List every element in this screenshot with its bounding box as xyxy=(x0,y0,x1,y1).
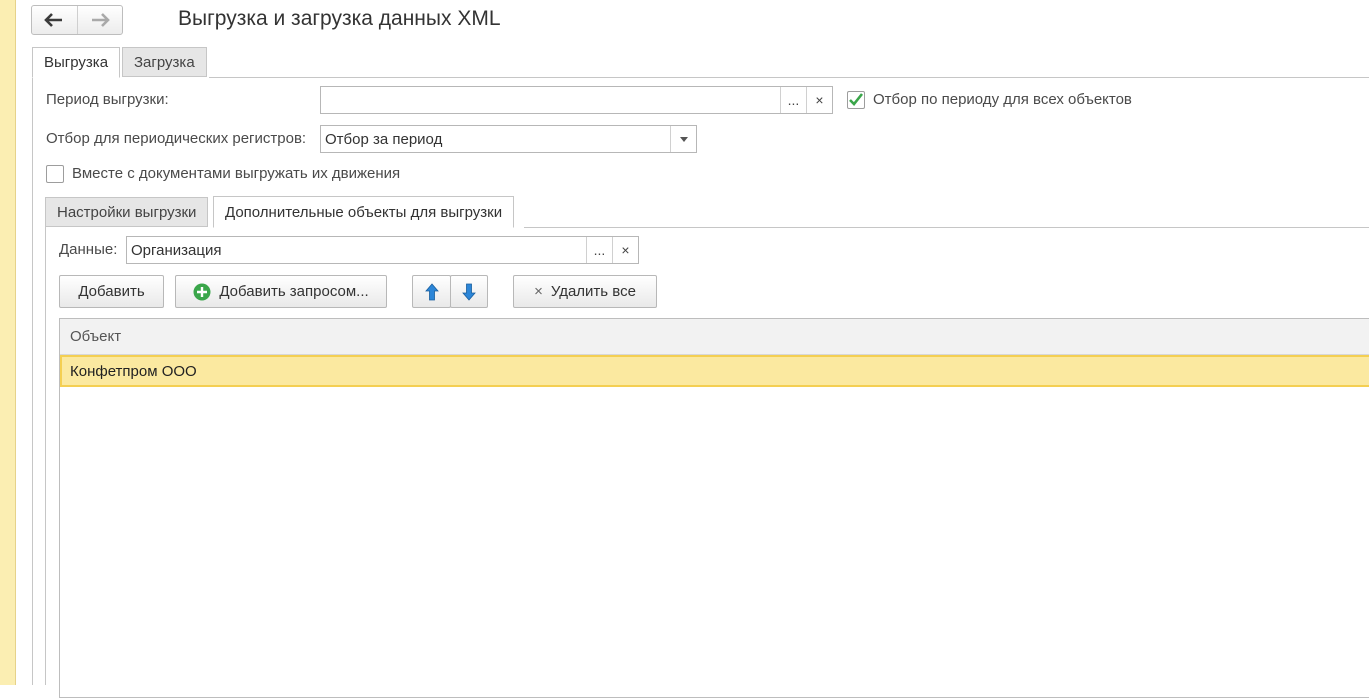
tab-additional-objects[interactable]: Дополнительные объекты для выгрузки xyxy=(213,196,515,228)
period-select-button[interactable]: ... xyxy=(780,87,806,113)
add-button[interactable]: Добавить xyxy=(59,275,164,308)
data-field: Организация ... × xyxy=(126,236,639,264)
period-input[interactable] xyxy=(321,87,780,113)
arrow-down-icon xyxy=(462,283,476,301)
add-button-label: Добавить xyxy=(78,283,145,300)
main-panel-left-border xyxy=(32,77,33,685)
add-by-query-button-label: Добавить запросом... xyxy=(219,283,369,300)
table-header-object[interactable]: Объект xyxy=(60,319,1369,355)
arrow-left-icon xyxy=(44,13,63,27)
sub-tabs-divider xyxy=(524,227,1369,228)
movements-checkbox-label: Вместе с документами выгружать их движен… xyxy=(72,165,401,182)
data-select-button[interactable]: ... xyxy=(586,237,612,263)
period-clear-button[interactable]: × xyxy=(806,87,832,113)
add-by-query-button[interactable]: Добавить запросом... xyxy=(175,275,387,308)
periodic-registers-label: Отбор для периодических регистров: xyxy=(46,130,307,147)
period-filter-checkbox-label: Отбор по периоду для всех объектов xyxy=(873,91,1132,108)
table-cell-object: Конфетпром ООО xyxy=(70,362,197,380)
period-label: Период выгрузки: xyxy=(46,91,169,108)
sub-panel-left-border xyxy=(45,227,46,685)
tab-import-label: Загрузка xyxy=(134,53,195,71)
tab-export-settings[interactable]: Настройки выгрузки xyxy=(45,197,209,227)
tab-additional-objects-label: Дополнительные объекты для выгрузки xyxy=(225,203,503,221)
plus-circle-icon xyxy=(193,283,211,300)
left-panel-strip xyxy=(0,0,16,685)
tab-import[interactable]: Загрузка xyxy=(122,47,207,77)
delete-icon: × xyxy=(534,283,543,300)
period-filter-checkbox[interactable] xyxy=(847,91,865,109)
back-button[interactable] xyxy=(32,6,77,34)
main-tabs-divider xyxy=(209,77,1369,78)
checkmark-icon xyxy=(849,93,864,106)
data-label: Данные: xyxy=(59,241,118,258)
data-input[interactable]: Организация xyxy=(127,237,586,263)
movements-checkbox[interactable] xyxy=(46,165,64,183)
periodic-registers-select[interactable]: Отбор за период xyxy=(320,125,697,153)
periodic-registers-dropdown-button[interactable] xyxy=(670,126,696,152)
objects-table[interactable]: Объект Конфетпром ООО xyxy=(59,318,1369,698)
forward-button[interactable] xyxy=(76,6,123,34)
data-clear-button[interactable]: × xyxy=(612,237,638,263)
move-up-button[interactable] xyxy=(412,275,451,308)
period-field: ... × xyxy=(320,86,833,114)
navigation-buttons xyxy=(31,5,123,35)
arrow-right-icon xyxy=(91,13,110,27)
periodic-registers-value: Отбор за период xyxy=(325,130,443,148)
dropdown-arrow-icon xyxy=(679,136,688,142)
tab-export-settings-label: Настройки выгрузки xyxy=(57,203,197,221)
arrow-up-icon xyxy=(424,282,439,300)
move-down-button[interactable] xyxy=(450,275,488,308)
table-header-object-label: Объект xyxy=(70,328,122,345)
delete-all-button[interactable]: × Удалить все xyxy=(513,275,657,308)
table-row[interactable]: Конфетпром ООО xyxy=(60,355,1369,387)
delete-all-button-label: Удалить все xyxy=(550,283,636,300)
tab-export[interactable]: Выгрузка xyxy=(32,47,121,78)
page-title: Выгрузка и загрузка данных XML xyxy=(178,7,501,30)
tab-export-label: Выгрузка xyxy=(44,54,109,71)
